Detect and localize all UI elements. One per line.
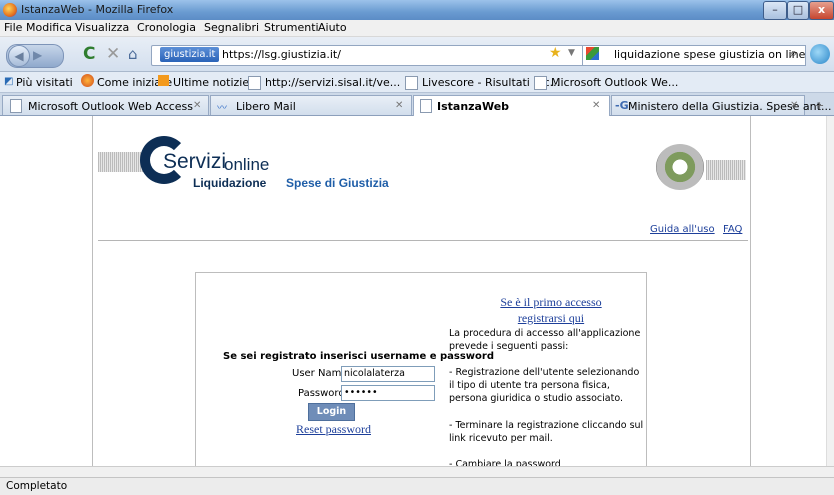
menu-segnalibri[interactable]: Segnalibri <box>204 21 259 34</box>
bookmark-star-icon[interactable]: ★ <box>549 45 562 61</box>
tab-label: Libero Mail <box>236 100 296 113</box>
url-bar[interactable] <box>151 45 607 66</box>
minimize-button[interactable]: – <box>763 1 787 20</box>
guide-link[interactable]: Guida all'uso <box>650 224 715 235</box>
tab-close-icon[interactable]: ✕ <box>790 100 798 111</box>
info-step-2: - Terminare la registrazione cliccando s… <box>449 420 644 444</box>
info-intro: La procedura di accesso all'applicazione… <box>449 328 641 352</box>
reload-icon[interactable]: C <box>83 44 95 64</box>
bookmark-outlook[interactable]: Microsoft Outlook We... <box>551 76 678 89</box>
tab-close-icon[interactable]: ✕ <box>592 100 600 111</box>
login-heading: Se sei registrato inserisci username e p… <box>223 351 494 362</box>
most-visited-icon: ◩ <box>4 76 14 87</box>
menu-aiuto[interactable]: Aiuto <box>318 21 347 34</box>
logo-liquidazione-text: Liquidazione <box>193 176 267 190</box>
page-icon <box>10 99 22 113</box>
tab-close-icon[interactable]: ✕ <box>395 100 403 111</box>
page-icon <box>534 76 547 90</box>
vertical-scrollbar[interactable] <box>826 116 834 466</box>
password-field[interactable]: •••••• <box>341 385 435 401</box>
search-icon[interactable]: ⌕ <box>790 46 797 61</box>
libero-icon: 〰 <box>217 103 227 114</box>
stop-icon[interactable]: ✕ <box>106 44 120 64</box>
page-icon <box>405 76 418 90</box>
login-button[interactable]: Login <box>308 403 355 421</box>
close-button[interactable]: x <box>809 1 834 20</box>
back-icon[interactable]: ◀ <box>8 45 30 67</box>
window-title: IstanzaWeb - Mozilla Firefox <box>21 3 174 16</box>
search-input[interactable]: liquidazione spese giustizia on line <box>614 48 805 61</box>
status-text: Completato <box>6 480 68 492</box>
site-identity-badge[interactable]: giustizia.it <box>160 47 220 62</box>
new-tab-icon[interactable]: + <box>815 99 824 112</box>
logo-servizi-text: Servizi <box>163 150 227 173</box>
maximize-button[interactable]: □ <box>787 1 809 20</box>
tab-label: IstanzaWeb <box>437 100 510 113</box>
bookmark-sisal[interactable]: http://servizi.sisal.it/ve... <box>265 76 400 89</box>
register-link[interactable]: Se è il primo accesso registrarsi qui <box>496 294 606 326</box>
info-step-1: - Registrazione dell'utente selezionando… <box>449 367 640 404</box>
bookmark-piu-visitati[interactable]: Più visitati <box>16 76 73 89</box>
url-text[interactable]: https://lsg.giustizia.it/ <box>222 48 341 61</box>
page-icon <box>248 76 261 90</box>
faq-link[interactable]: FAQ <box>723 224 742 235</box>
tab-close-icon[interactable]: ✕ <box>193 100 201 111</box>
emblem-stripe <box>706 160 746 180</box>
search-engine-icon[interactable] <box>586 47 599 60</box>
header-divider <box>98 240 748 241</box>
menu-file[interactable]: File <box>4 21 22 34</box>
italian-emblem-icon <box>656 144 704 190</box>
menu-visualizza[interactable]: Visualizza <box>75 21 129 34</box>
firefox-bookmark-icon <box>81 74 94 87</box>
menu-modifica[interactable]: Modifica <box>26 21 72 34</box>
username-field[interactable]: nicolalaterza <box>341 366 435 382</box>
firefox-icon <box>3 3 17 17</box>
tab-label: Microsoft Outlook Web Access <box>28 100 194 113</box>
url-dropdown-icon[interactable]: ▼ <box>568 48 575 58</box>
page-icon <box>420 99 432 113</box>
bookmark-ultime-notizie[interactable]: Ultime notizie <box>173 76 249 89</box>
addon-icon[interactable] <box>810 44 830 64</box>
ministero-favicon: -G <box>615 99 629 112</box>
logo-spese-text: Spese di Giustizia <box>286 176 389 190</box>
rss-icon <box>158 75 169 86</box>
status-bar <box>0 477 834 495</box>
forward-icon[interactable]: ▶ <box>33 48 42 62</box>
tab-label: Ministero della Giustizia. Spese ant... <box>628 100 832 113</box>
reset-password-link[interactable]: Reset password <box>296 422 371 437</box>
menu-strumenti[interactable]: Strumenti <box>264 21 319 34</box>
home-icon[interactable]: ⌂ <box>128 45 138 63</box>
menu-cronologia[interactable]: Cronologia <box>137 21 196 34</box>
logo-online-text: online <box>224 155 270 174</box>
